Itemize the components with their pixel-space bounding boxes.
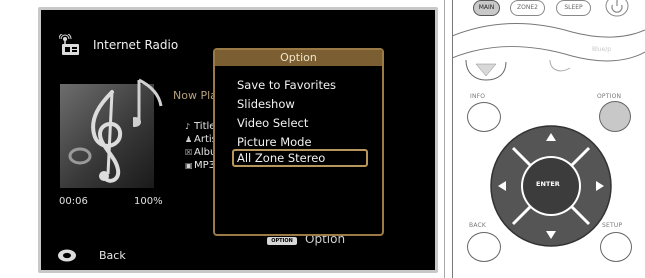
music-note-icon bbox=[133, 78, 163, 127]
back-remote-label: BACK bbox=[469, 222, 487, 229]
panel-divider bbox=[444, 0, 445, 278]
back-remote-button[interactable] bbox=[467, 232, 501, 262]
buffer-progress: 100% bbox=[134, 196, 163, 207]
album-icon: ☒ bbox=[185, 148, 193, 157]
option-save-to-favorites[interactable]: Save to Favorites bbox=[237, 78, 336, 92]
format-icon: ▣ bbox=[185, 161, 193, 170]
meta-title-row: ♪ Title bbox=[185, 121, 216, 132]
enter-button[interactable]: ENTER bbox=[536, 180, 560, 188]
option-menu-title: Option bbox=[215, 50, 382, 66]
sleep-button[interactable]: SLEEP bbox=[556, 0, 591, 16]
option-slideshow[interactable]: Slideshow bbox=[237, 97, 295, 111]
internet-radio-icon bbox=[59, 34, 79, 55]
option-menu-popup: Option Save to Favorites Slideshow Video… bbox=[213, 48, 384, 236]
info-label: INFO bbox=[470, 93, 486, 100]
elapsed-time: 00:06 bbox=[59, 196, 88, 207]
option-video-select[interactable]: Video Select bbox=[237, 116, 308, 130]
person-icon: ♟ bbox=[185, 135, 193, 144]
option-button-badge: OPTION bbox=[267, 237, 297, 245]
main-button[interactable]: MAIN bbox=[473, 0, 500, 16]
back-button-icon bbox=[58, 249, 76, 262]
now-playing-label: Now Pla bbox=[173, 89, 217, 102]
back-label[interactable]: Back bbox=[99, 249, 126, 262]
note-icon: ♪ bbox=[185, 122, 191, 131]
faded-label: Blue/p bbox=[592, 46, 611, 53]
meta-format-row: ▣MP3 bbox=[185, 160, 216, 171]
setup-label: SETUP bbox=[602, 222, 623, 229]
tv-screen: Internet Radio Now Pla ♪ Title ♟ Artist ☒ A… bbox=[38, 7, 438, 273]
option-label: OPTION bbox=[597, 93, 622, 100]
remote-cutaway: Blue/p bbox=[452, 23, 645, 81]
source-title: Internet Radio bbox=[93, 38, 179, 52]
setup-button[interactable] bbox=[600, 232, 632, 262]
option-picture-mode[interactable]: Picture Mode bbox=[237, 135, 312, 149]
power-button[interactable] bbox=[604, 0, 630, 18]
option-all-zone-stereo[interactable]: All Zone Stereo bbox=[237, 151, 325, 165]
zone2-button[interactable]: ZONE2 bbox=[510, 0, 545, 16]
